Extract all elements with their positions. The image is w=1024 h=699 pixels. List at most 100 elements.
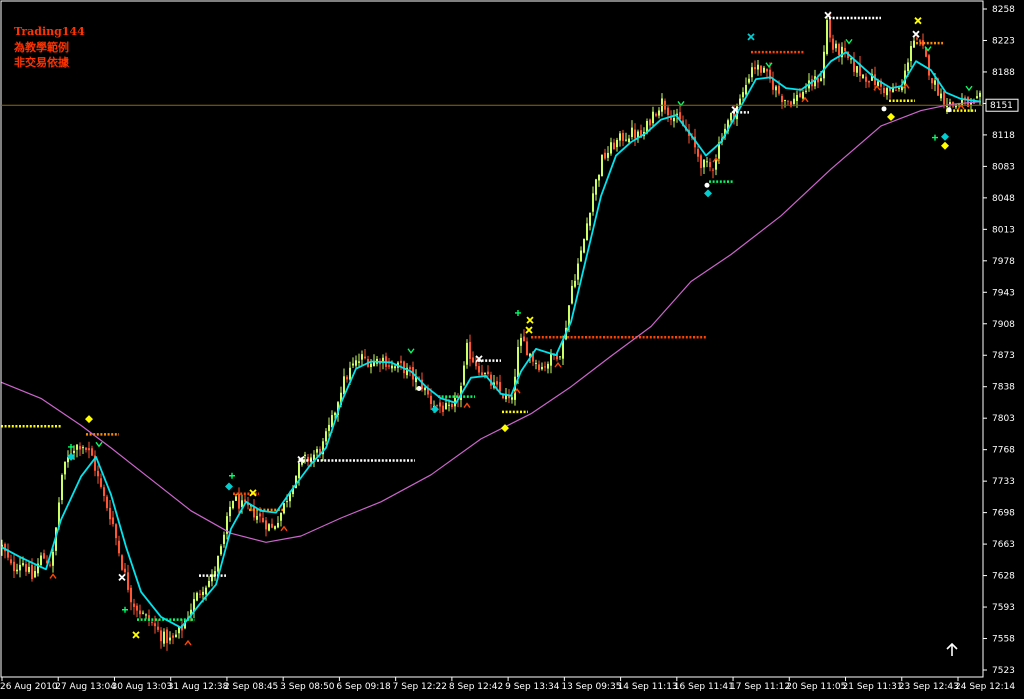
x-tick-label: 26 Aug 2010 [0,682,58,692]
candle-body [667,107,669,116]
candle-body [544,366,546,368]
y-tick-label: 7803 [992,414,1015,424]
candle-body [709,161,711,168]
candle-body [388,365,390,367]
candle-body [136,605,138,611]
candle-body [97,470,99,477]
candle-body [487,371,489,375]
candle-body [73,450,75,453]
y-tick-label: 7628 [992,572,1015,582]
candle-body [766,68,768,72]
candle-body [49,564,51,566]
y-tick-label: 7873 [992,351,1015,361]
candle-body [913,40,915,48]
candle-body [832,38,834,50]
y-tick-label: 7558 [992,635,1015,645]
candle-body [901,86,903,91]
candle-body [82,447,84,449]
candle-body [520,337,522,346]
candle-body [916,38,918,40]
candle-body [478,366,480,373]
x-tick-label: 21 Sep 11:31 [843,682,903,692]
candle-body [598,175,600,181]
candle-body [931,78,933,84]
candle-body [910,46,912,62]
candle-body [265,520,267,530]
candle-body [283,503,285,514]
candle-body [622,132,624,141]
candle-body [703,159,705,168]
candle-body [898,87,900,89]
candle-body [856,66,858,73]
candle-body [448,404,450,406]
candle-body [700,155,702,169]
candle-body [436,404,438,406]
candle-body [793,98,795,104]
x-tick-label: 30 Aug 13:03 [111,682,172,692]
candle-body [571,285,573,304]
candle-body [346,376,348,380]
candle-body [355,360,357,366]
x-tick-label: 23 Sep 12:43 [899,682,959,692]
candle-body [823,51,825,79]
x-tick-label: 8 Sep 12:42 [449,682,503,692]
candle-body [481,372,483,376]
candle-body [595,179,597,195]
candle-body [778,85,780,94]
candle-body [394,366,396,369]
candle-body [229,506,231,517]
candle-body [583,238,585,253]
candle-body [235,496,237,501]
candle-body [358,361,360,363]
candle-body [19,564,21,571]
current-price-label: 8151 [990,101,1013,111]
candle-body [754,67,756,70]
candle-body [217,555,219,572]
candle-body [64,461,66,475]
watermark-line-3: 非交易依據 [14,55,70,69]
chart-svg[interactable]: 8258822381888153811880838048801379787943… [0,0,1024,695]
candle-body [343,376,345,395]
candle-body [154,623,156,627]
candle-body [223,534,225,544]
candle-body [757,64,759,70]
candle-body [541,366,543,370]
candle-body [712,169,714,171]
candle-body [118,540,120,554]
candle-body [625,139,627,141]
candle-body [109,507,111,520]
candle-body [139,610,141,615]
candle-body [127,572,129,590]
candle-body [271,523,273,528]
candle-body [619,133,621,141]
x-tick-label: 3 Sep 08:50 [280,682,335,692]
candle-body [28,566,30,572]
candle-body [208,580,210,587]
candle-body [463,365,465,385]
candle-body [133,603,135,607]
candle-body [559,356,561,358]
candle-body [268,524,270,531]
y-tick-label: 8118 [992,131,1015,141]
candle-body [799,93,801,98]
y-tick-label: 8048 [992,194,1015,204]
candle-body [826,20,828,55]
candle-body [526,341,528,356]
candle-body [517,347,519,378]
candle-body [256,516,258,520]
price-chart[interactable]: 8258822381888153811880838048801379787943… [0,0,1024,695]
candle-body [796,95,798,101]
candle-body [784,99,786,101]
candle-body [844,47,846,51]
candle-body [22,563,24,566]
watermark-line-1: Trading144 [14,25,85,38]
candle-body [604,152,606,159]
candle-body [91,448,93,456]
y-tick-label: 8223 [992,36,1015,46]
candle-body [103,487,105,497]
candle-body [706,161,708,163]
x-tick-label: 16 Sep 11:41 [674,682,734,692]
candle-body [787,100,789,102]
candle-body [574,280,576,287]
candle-body [601,154,603,177]
